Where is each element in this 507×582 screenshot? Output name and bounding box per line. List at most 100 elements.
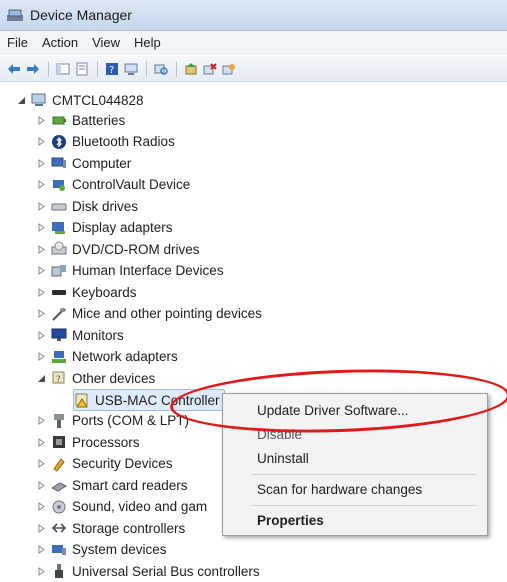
expand-arrow-icon[interactable] [36,566,46,576]
window-title: Device Manager [30,7,132,23]
expand-arrow-icon[interactable] [36,502,46,512]
tree-item-sound-video[interactable]: Sound, video and gam [36,497,207,517]
display-icon[interactable] [122,60,139,77]
tree-item-display-adapters[interactable]: Display adapters [36,218,173,238]
battery-icon [51,112,67,128]
tree-item-label: Bluetooth Radios [72,134,175,149]
tree-item-label: Disk drives [72,198,139,214]
network-adapter-icon [51,349,67,365]
tree-item-controlvault[interactable]: ControlVault Device [36,175,190,195]
expand-arrow-icon[interactable] [36,115,46,125]
computer-icon [31,92,47,108]
menu-view[interactable]: View [85,31,127,55]
expand-arrow-icon[interactable] [36,287,46,297]
collapse-arrow-icon[interactable] [36,373,46,383]
tree-item-ports[interactable]: Ports (COM & LPT) [36,411,189,431]
security-device-icon [51,456,67,472]
tree-item-label: Batteries [72,112,126,128]
expand-arrow-icon[interactable] [36,416,46,426]
tree-item-disk-drives[interactable]: Disk drives [36,196,138,216]
port-icon [51,413,67,429]
update-driver-icon[interactable] [182,60,199,77]
svg-text:?: ? [56,375,61,385]
tree-item-dvd-drives[interactable]: DVD/CD-ROM drives [36,239,200,259]
tree-item-processors[interactable]: Processors [36,432,140,452]
tree-item-label: Smart card readers [72,477,188,493]
expand-arrow-icon[interactable] [36,137,46,147]
help-icon[interactable]: ? [103,60,120,77]
tree-item-label: DVD/CD-ROM drives [72,241,200,257]
expand-arrow-icon[interactable] [36,158,46,168]
expand-arrow-icon[interactable] [36,223,46,233]
menu-bar: File Action View Help [0,31,507,55]
computer-icon [51,155,67,171]
tree-item-system-devices[interactable]: System devices [36,540,167,560]
tree-item-label: Other devices [72,370,156,386]
expand-arrow-icon[interactable] [36,459,46,469]
expand-arrow-icon[interactable] [36,523,46,533]
svg-text:?: ? [109,65,114,76]
expand-arrow-icon[interactable] [36,180,46,190]
tree-item-label: Ports (COM & LPT) [72,413,190,428]
tree-item-smart-card-readers[interactable]: Smart card readers [36,475,188,495]
tree-item-label: Universal Serial Bus controllers [72,563,260,579]
menu-action[interactable]: Action [35,31,85,55]
scan-hardware-changes-item[interactable]: Scan for hardware changes [257,482,422,497]
other-devices-icon: ? [51,370,67,386]
tree-item-label: Sound, video and gam [72,499,208,514]
properties-icon[interactable] [73,60,90,77]
forward-arrow-icon[interactable] [24,60,41,77]
tree-item-monitors[interactable]: Monitors [36,325,124,345]
human-interface-icon [51,263,67,279]
disable-icon[interactable] [220,60,237,77]
expand-arrow-icon[interactable] [36,352,46,362]
tree-item-usb-controllers[interactable]: Universal Serial Bus controllers [36,561,260,581]
tree-item-label: ControlVault Device [72,177,191,192]
scan-hardware-icon[interactable] [152,60,169,77]
toolbar: ? [0,56,507,82]
tree-item-keyboards[interactable]: Keyboards [36,282,137,302]
tree-item-label: Security Devices [72,456,173,471]
tree-root[interactable]: CMTCL044828 [16,90,144,110]
expand-arrow-icon[interactable] [36,201,46,211]
console-tree-icon[interactable] [54,60,71,77]
menu-file[interactable]: File [0,31,35,55]
expand-arrow-icon[interactable] [36,266,46,276]
expand-arrow-icon[interactable] [36,437,46,447]
system-device-icon [51,542,67,558]
tree-item-hid[interactable]: Human Interface Devices [36,261,224,281]
expand-arrow-icon[interactable] [36,330,46,340]
expand-arrow-icon[interactable] [36,244,46,254]
expand-arrow-icon[interactable] [36,480,46,490]
uninstall-icon[interactable] [201,60,218,77]
tree-item-label: Keyboards [72,284,137,300]
sound-icon [51,499,67,515]
tree-item-network-adapters[interactable]: Network adapters [36,347,178,367]
context-menu-divider [251,505,477,506]
menu-help[interactable]: Help [127,31,168,55]
tree-item-label: Processors [72,434,140,450]
tree-item-security-devices[interactable]: Security Devices [36,454,173,474]
tree-item-bluetooth[interactable]: Bluetooth Radios [36,132,175,152]
tree-item-storage-controllers[interactable]: Storage controllers [36,518,185,538]
tree-item-mice[interactable]: Mice and other pointing devices [36,304,262,324]
mouse-icon [51,306,67,322]
expand-arrow-icon[interactable] [36,309,46,319]
back-arrow-icon[interactable] [5,60,22,77]
tree-item-batteries[interactable]: Batteries [36,110,125,130]
device-manager-icon [6,8,24,22]
collapse-arrow-icon[interactable] [16,95,26,105]
uninstall-item[interactable]: Uninstall [257,451,309,466]
toolbar-divider [176,60,177,77]
toolbar-divider [48,60,49,77]
tree-item-label: Monitors [72,327,124,343]
tree-item-label: System devices [72,542,167,557]
tree-item-label: Human Interface Devices [72,263,224,278]
tree-item-other-devices[interactable]: ? Other devices [36,368,155,388]
warning-device-icon [74,392,90,408]
tree-item-label: Computer [72,155,132,171]
tree-item-computer[interactable]: Computer [36,153,131,173]
expand-arrow-icon[interactable] [36,545,46,555]
toolbar-divider [146,60,147,77]
properties-item[interactable]: Properties [257,513,324,528]
